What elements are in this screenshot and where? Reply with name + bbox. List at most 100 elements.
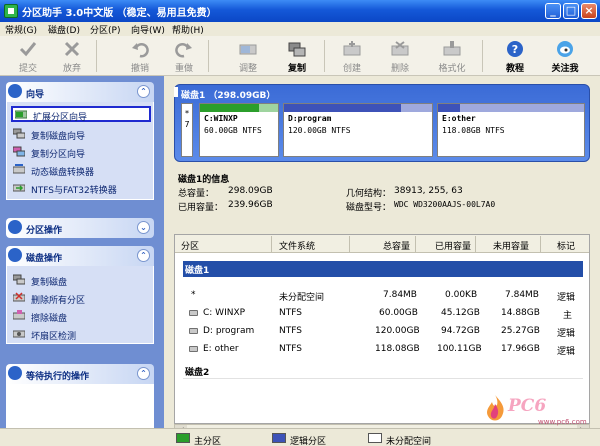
- copy-disk-icon: [13, 274, 25, 285]
- pending-ops-panel-header[interactable]: 等待执行的操作 ⌃: [6, 364, 154, 384]
- disk-op-bad-sector[interactable]: 坏扇区检测: [13, 326, 149, 342]
- disk2-group-header[interactable]: 磁盘2: [183, 363, 583, 379]
- undo-button[interactable]: 撤销: [122, 38, 158, 74]
- drive-icon: [189, 328, 198, 334]
- chevron-up-icon[interactable]: ⌃: [137, 249, 150, 262]
- convert-icon: [13, 184, 25, 192]
- extend-partition-icon: [15, 110, 27, 119]
- unallocated-block[interactable]: * 7: [181, 103, 193, 157]
- menu-wizard[interactable]: 向导(W): [131, 23, 165, 36]
- bad-sector-icon: [13, 330, 25, 338]
- wizard-copy-disk[interactable]: 复制磁盘向导: [13, 126, 149, 142]
- col-filesystem[interactable]: 文件系统: [279, 239, 315, 252]
- watermark-logo: PC6 www.pc6.com: [478, 390, 598, 430]
- app-icon: [4, 4, 18, 18]
- flame-logo-icon: [487, 395, 504, 421]
- left-panel: 向导 ⌃ 扩展分区向导 复制磁盘向导 复制分区向导 动态磁盘转换器 NTFS与F…: [0, 76, 164, 446]
- legend-bar: 主分区 逻辑分区 未分配空间: [0, 428, 600, 446]
- drive-icon: [189, 310, 198, 316]
- disk-ops-icon: [8, 248, 22, 262]
- col-partition[interactable]: 分区: [181, 239, 199, 252]
- disk-info: 磁盘1的信息 总容量： 298.09GB 已用容量： 239.96GB 几何结构…: [174, 168, 590, 230]
- create-icon: [343, 41, 361, 56]
- format-button[interactable]: 格式化: [434, 38, 470, 74]
- check-icon: [19, 42, 37, 57]
- commit-button[interactable]: 提交: [10, 38, 46, 74]
- delete-button[interactable]: 删除: [382, 38, 418, 74]
- pending-ops-icon: [8, 366, 22, 380]
- svg-text:?: ?: [512, 43, 518, 56]
- legend-swatch-logical: [272, 433, 286, 443]
- disk-op-delete-all[interactable]: 删除所有分区: [13, 290, 149, 306]
- table-header: 分区 文件系统 总容量 已用容量 未用容量 标记: [175, 235, 589, 253]
- title-bar: 分区助手 3.0中文版 （稳定、易用且免费） _ □ ×: [0, 0, 600, 22]
- col-flag[interactable]: 标记: [557, 239, 575, 252]
- delete-all-icon: [13, 292, 25, 302]
- legend-swatch-primary: [176, 433, 190, 443]
- usage-bar: [200, 104, 259, 112]
- toolbar-separator: [482, 40, 483, 72]
- toolbar-separator: [208, 40, 209, 72]
- toolbar: 提交 放弃 撤销 重做 调整 复制 创建 删除 格式化 ? 教程 关注我: [0, 36, 600, 76]
- drive-icon: [189, 346, 198, 352]
- disk-ops-panel-body: 复制磁盘 删除所有分区 擦除磁盘 坏扇区检测: [6, 266, 154, 344]
- redo-button[interactable]: 重做: [166, 38, 202, 74]
- col-free[interactable]: 未用容量: [493, 239, 529, 252]
- chevron-up-icon[interactable]: ⌃: [137, 367, 150, 380]
- table-row[interactable]: C: WINXP NTFS 60.00GB 45.12GB 14.88GB 主: [175, 305, 589, 321]
- disk-icon: [174, 87, 178, 97]
- resize-icon: [239, 44, 257, 55]
- discard-button[interactable]: 放弃: [54, 38, 90, 74]
- menu-help[interactable]: 帮助(H): [172, 23, 204, 36]
- wizard-ntfs-fat32[interactable]: NTFS与FAT32转换器: [13, 180, 149, 196]
- usage-bar: [438, 104, 460, 112]
- disk-op-copy-disk[interactable]: 复制磁盘: [13, 272, 149, 288]
- format-icon: [443, 41, 461, 56]
- partition-block-c[interactable]: C:WINXP 60.00GB NTFS: [199, 103, 279, 157]
- chevron-up-icon[interactable]: ⌃: [137, 85, 150, 98]
- col-used[interactable]: 已用容量: [435, 239, 471, 252]
- partition-block-e[interactable]: E:other 118.08GB NTFS: [437, 103, 585, 157]
- table-row[interactable]: D: program NTFS 120.00GB 94.72GB 25.27GB…: [175, 323, 589, 339]
- copy-disk-icon: [13, 128, 25, 139]
- copy-icon: [288, 42, 306, 57]
- wizard-extend-partition[interactable]: 扩展分区向导: [11, 106, 151, 123]
- disk-ops-panel-header[interactable]: 磁盘操作 ⌃: [6, 246, 154, 266]
- menu-disk[interactable]: 磁盘(D): [48, 23, 80, 36]
- disk1-group-header[interactable]: 磁盘1: [183, 261, 583, 277]
- menu-partition[interactable]: 分区(P): [90, 23, 120, 36]
- wizard-panel-body: 扩展分区向导 复制磁盘向导 复制分区向导 动态磁盘转换器 NTFS与FAT32转…: [6, 102, 154, 200]
- wizard-panel-header[interactable]: 向导 ⌃: [6, 82, 154, 102]
- redo-icon: [175, 43, 192, 58]
- wipe-disk-icon: [13, 310, 25, 320]
- usage-bar: [284, 104, 401, 112]
- legend-swatch-unallocated: [368, 433, 382, 443]
- menu-general[interactable]: 常规(G): [5, 23, 37, 36]
- wizard-dynamic-disk[interactable]: 动态磁盘转换器: [13, 162, 149, 178]
- copy-button[interactable]: 复制: [279, 38, 315, 74]
- follow-button[interactable]: 关注我: [547, 38, 583, 74]
- table-row[interactable]: * 未分配空间 7.84MB 0.00KB 7.84MB 逻辑: [175, 287, 589, 303]
- wizard-icon: [8, 84, 22, 98]
- disk-map: 磁盘1 （298.09GB） * 7 C:WINXP 60.00GB NTFS …: [174, 84, 590, 162]
- create-button[interactable]: 创建: [334, 38, 370, 74]
- maximize-button[interactable]: □: [563, 3, 579, 19]
- col-total[interactable]: 总容量: [383, 239, 410, 252]
- tutorial-button[interactable]: ? 教程: [497, 38, 533, 74]
- toolbar-separator: [96, 40, 97, 72]
- copy-partition-icon: [13, 146, 25, 157]
- partition-ops-panel-header[interactable]: 分区操作 ⌄: [6, 218, 154, 238]
- wizard-copy-partition[interactable]: 复制分区向导: [13, 144, 149, 160]
- partition-ops-icon: [8, 220, 22, 234]
- delete-icon: [391, 41, 409, 56]
- chevron-down-icon[interactable]: ⌄: [137, 221, 150, 234]
- table-row[interactable]: E: other NTFS 118.08GB 100.11GB 17.96GB …: [175, 341, 589, 357]
- disk-op-wipe[interactable]: 擦除磁盘: [13, 308, 149, 324]
- close-button[interactable]: ×: [581, 3, 597, 19]
- minimize-button[interactable]: _: [545, 3, 561, 19]
- toolbar-separator: [324, 40, 325, 72]
- menu-bar: 常规(G) 磁盘(D) 分区(P) 向导(W) 帮助(H): [0, 22, 600, 36]
- resize-button[interactable]: 调整: [230, 38, 266, 74]
- partition-block-d[interactable]: D:program 120.00GB NTFS: [283, 103, 433, 157]
- help-icon: ?: [507, 41, 523, 57]
